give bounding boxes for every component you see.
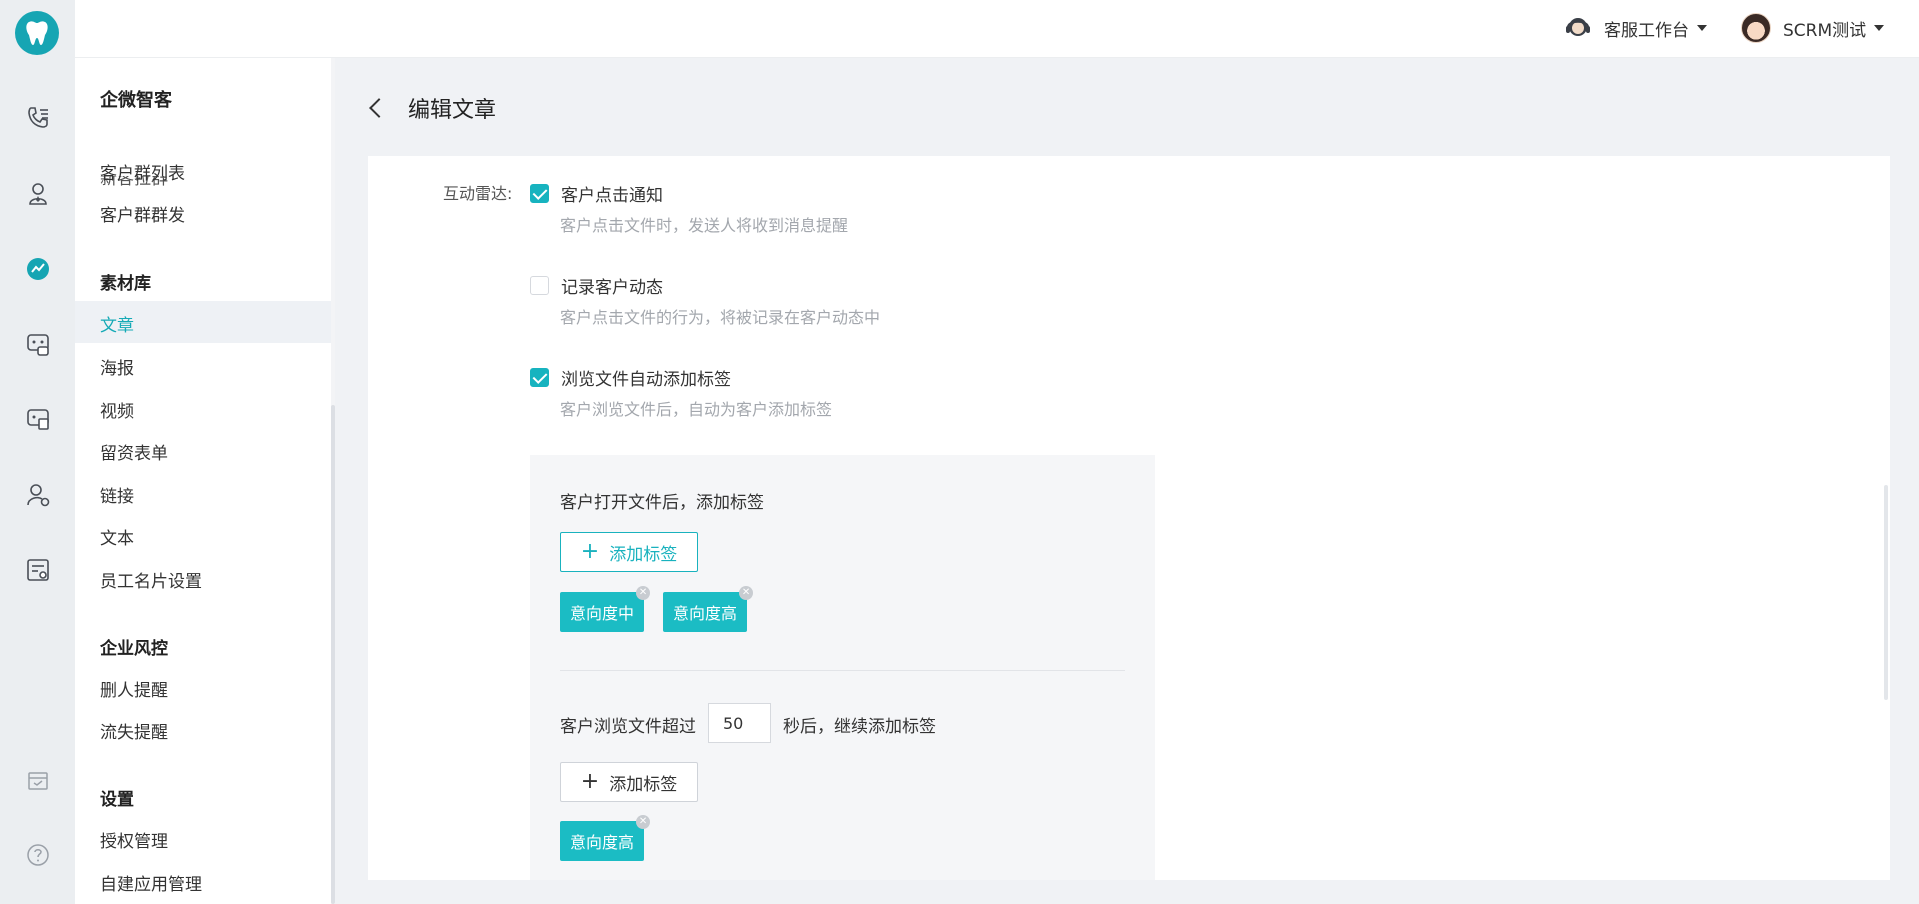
sidebar-item-article[interactable]: 文章 [100,311,134,336]
option-click-notify[interactable]: 客户点击通知 [530,181,663,206]
sidebar-item-text[interactable]: 文本 [100,524,134,549]
option-record-activity[interactable]: 记录客户动态 [530,273,663,298]
sidebar-item-link[interactable]: 链接 [100,482,134,507]
user-name: SCRM测试 [1783,20,1867,41]
tag-label: 意向度中 [570,604,635,623]
add-tag-label: 添加标签 [609,774,678,795]
sidebar-item-authorization[interactable]: 授权管理 [100,827,168,852]
user-settings-icon[interactable] [22,479,53,510]
browse-suffix-text: 秒后，继续添加标签 [783,717,936,737]
option-auto-tag[interactable]: 浏览文件自动添加标签 [530,365,731,390]
browse-seconds-input[interactable] [708,703,771,743]
sidebar-title: 企微智客 [100,90,172,111]
avatar [1741,13,1771,43]
sidebar-item-poster[interactable]: 海报 [100,354,134,379]
tag-label: 意向度高 [570,833,635,852]
sidebar-item-churn-alert[interactable]: 流失提醒 [100,718,168,743]
auto-tag-label: 浏览文件自动添加标签 [561,370,731,390]
chat-robot-icon[interactable] [22,328,53,359]
icon-rail [0,0,75,904]
tag-label: 意向度高 [673,604,738,623]
add-tag-label: 添加标签 [609,544,678,565]
auto-tag-desc: 客户浏览文件后，自动为客户添加标签 [560,400,833,419]
sidebar-scrollbar-thumb[interactable] [331,405,335,904]
plus-icon: + [580,539,600,564]
remove-tag-icon[interactable]: ✕ [636,586,651,600]
record-activity-checkbox[interactable] [530,276,549,295]
sidebar-section-material: 素材库 [100,274,151,294]
click-notify-desc: 客户点击文件时，发送人将收到消息提醒 [560,216,849,235]
analytics-icon[interactable] [22,253,53,284]
customer-icon[interactable] [22,178,53,209]
sidebar-item-delete-alert[interactable]: 删人提醒 [100,676,168,701]
sidebar-item-lead-form[interactable]: 留资表单 [100,439,168,464]
sidebar-item-video[interactable]: 视频 [100,397,134,422]
tag-chip: 意向度高 ✕ [560,815,651,861]
remove-tag-icon[interactable]: ✕ [739,586,754,600]
auto-tag-checkbox[interactable] [530,368,549,387]
open-file-tag-text: 客户打开文件后，添加标签 [560,493,764,513]
page-header: 编辑文章 [368,88,496,128]
add-open-tag-button[interactable]: + 添加标签 [560,532,698,572]
document-settings-icon[interactable] [22,554,53,585]
sidebar-item-custom-apps[interactable]: 自建应用管理 [100,870,202,895]
click-notify-label: 客户点击通知 [561,186,663,206]
browse-prefix-text: 客户浏览文件超过 [560,717,696,737]
secondary-sidebar: 企微智客 新客拉群 客户群列表 客户群群发 素材库 文章 海报 视频 留资表单 … [75,58,333,904]
sidebar-item-group-list[interactable]: 客户群列表 [100,159,185,184]
service-workbench-menu[interactable]: 客服工作台 [1562,11,1707,45]
page-title: 编辑文章 [408,98,497,123]
sidebar-item-group-broadcast[interactable]: 客户群群发 [100,201,185,226]
headset-icon [1566,18,1590,36]
panel-divider [560,670,1125,671]
top-bar: 客服工作台 SCRM测试 [75,0,1919,58]
remove-tag-icon[interactable]: ✕ [636,815,651,829]
click-notify-checkbox[interactable] [530,184,549,203]
sidebar-section-settings: 设置 [100,790,134,810]
monitor-icon[interactable] [22,403,53,434]
record-activity-desc: 客户点击文件的行为，将被记录在客户动态中 [560,308,881,327]
help-icon[interactable] [22,839,53,870]
main-scrollbar-thumb[interactable] [1884,485,1888,700]
record-activity-label: 记录客户动态 [561,278,663,298]
chevron-down-icon [1697,25,1707,31]
user-menu[interactable]: SCRM测试 [1741,11,1885,45]
calendar-icon[interactable] [22,764,53,795]
tag-chip: 意向度高 ✕ [663,586,754,632]
tag-chip: 意向度中 ✕ [560,586,651,632]
service-workbench-label: 客服工作台 [1604,20,1689,41]
tooth-logo-icon[interactable] [15,11,59,55]
edit-article-form: 互动雷达: 客户点击通知 客户点击文件时，发送人将收到消息提醒 记录客户动态 客… [368,156,1890,880]
auto-tag-panel: 客户打开文件后，添加标签 + 添加标签 意向度中 ✕ 意向度高 ✕ 客户浏览文件… [530,455,1155,880]
interaction-radar-label: 互动雷达: [443,184,513,203]
chevron-down-icon [1874,25,1885,31]
add-browse-tag-button[interactable]: + 添加标签 [560,762,698,802]
phone-icon[interactable] [22,102,53,133]
sidebar-item-card-settings[interactable]: 员工名片设置 [100,567,202,592]
plus-icon: + [580,769,600,794]
back-icon[interactable] [369,98,389,118]
sidebar-section-risk: 企业风控 [100,639,168,659]
